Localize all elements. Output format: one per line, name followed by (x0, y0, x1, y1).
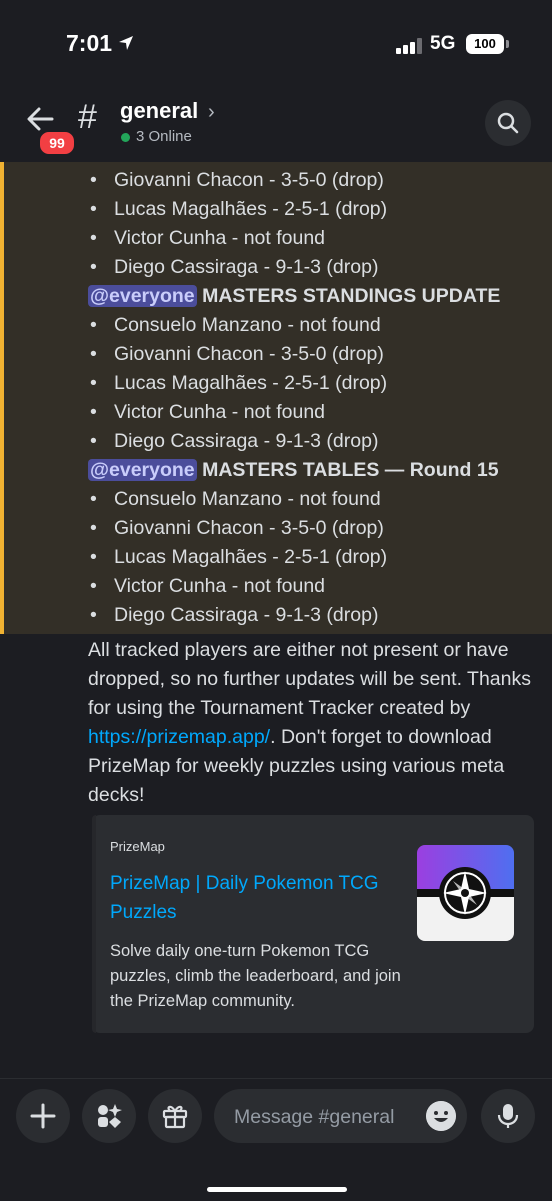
mention-highlight: • Giovanni Chacon - 3-5-0 (drop) • Lucas M… (0, 162, 552, 634)
apps-button[interactable] (82, 1089, 136, 1143)
gift-icon (162, 1105, 188, 1129)
emoji-icon[interactable] (426, 1101, 456, 1131)
location-arrow-icon (119, 36, 133, 50)
channel-header: 99 # general › 3 Online (0, 92, 552, 162)
message-content: • Giovanni Chacon - 3-5-0 (drop) • Lucas M… (88, 166, 500, 630)
list-item: • Consuelo Manzano - not found (90, 488, 381, 510)
compass-icon (417, 845, 514, 941)
plus-icon (30, 1103, 56, 1129)
prizemap-link[interactable]: https://prizemap.app/ (88, 726, 270, 748)
closing-message: All tracked players are either not prese… (88, 639, 531, 806)
embed-description: Solve daily one-turn Pokemon TCG puzzles… (110, 942, 401, 1010)
home-indicator[interactable] (207, 1187, 347, 1192)
network-type: 5G (430, 33, 456, 54)
embed-title[interactable]: PrizeMap | Daily Pokemon TCG Puzzles (110, 869, 400, 927)
battery-tip (506, 40, 509, 48)
composer-bar (0, 1078, 552, 1201)
message-input[interactable] (232, 1089, 426, 1145)
list-item: • Lucas Magalhães - 2-5-1 (drop) (90, 372, 388, 394)
signal-icon (396, 38, 422, 54)
embed-accent-bar (92, 815, 96, 1033)
list-item: • Diego Cassiraga - 9-1-3 (drop) (90, 256, 379, 278)
list-item: • Victor Cunha - not found (90, 575, 326, 597)
list-item: • Lucas Magalhães - 2-5-1 (drop) (90, 546, 388, 568)
embed-thumbnail[interactable] (417, 845, 514, 941)
channel-name[interactable]: general (120, 98, 198, 124)
list-item: • Giovanni Chacon - 3-5-0 (drop) (90, 517, 384, 539)
section-heading: @everyone MASTERS TABLES — Round 15 (88, 459, 499, 481)
list-item: • Giovanni Chacon - 3-5-0 (drop) (90, 169, 384, 191)
online-count: 3 Online (136, 128, 192, 145)
microphone-icon (497, 1104, 519, 1128)
gift-button[interactable] (148, 1089, 202, 1143)
everyone-mention[interactable]: @everyone (88, 459, 197, 481)
add-attachment-button[interactable] (16, 1089, 70, 1143)
list-item: • Victor Cunha - not found (90, 227, 326, 249)
search-icon (497, 112, 519, 134)
voice-message-button[interactable] (481, 1089, 535, 1143)
list-item: • Diego Cassiraga - 9-1-3 (drop) (90, 430, 379, 452)
hash-icon: # (78, 98, 97, 136)
chevron-right-icon[interactable]: › (208, 101, 215, 124)
message-input-container[interactable] (214, 1089, 467, 1145)
list-item: • Consuelo Manzano - not found (90, 314, 381, 336)
unread-badge: 99 (38, 130, 76, 156)
section-heading: @everyone MASTERS STANDINGS UPDATE (88, 285, 501, 307)
list-item: • Lucas Magalhães - 2-5-1 (drop) (90, 198, 388, 220)
battery-level: 100 (466, 34, 504, 54)
link-embed: PrizeMap PrizeMap | Daily Pokemon TCG Pu… (92, 815, 534, 1033)
embed-provider[interactable]: PrizeMap (110, 839, 165, 854)
list-item: • Giovanni Chacon - 3-5-0 (drop) (90, 343, 384, 365)
everyone-mention[interactable]: @everyone (88, 285, 197, 307)
apps-icon (98, 1104, 122, 1128)
list-item: • Diego Cassiraga - 9-1-3 (drop) (90, 604, 379, 626)
status-bar: 7:01 5G 100 (0, 0, 552, 92)
status-time: 7:01 (66, 30, 113, 56)
mention-highlight-bar (0, 162, 4, 634)
online-status-dot (121, 133, 130, 142)
search-button[interactable] (485, 100, 531, 146)
list-item: • Victor Cunha - not found (90, 401, 326, 423)
